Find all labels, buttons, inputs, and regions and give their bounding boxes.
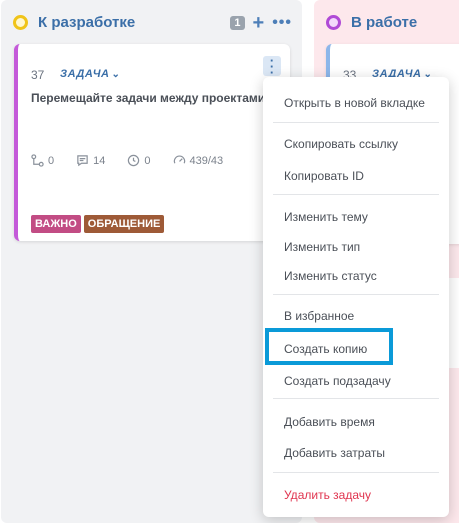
timers-count: 0: [144, 154, 151, 167]
task-count-badge: 1: [230, 16, 245, 30]
menu-divider: [273, 194, 439, 195]
subtasks-icon: [31, 154, 44, 167]
status-dot-icon: [326, 15, 341, 30]
task-type-label: ЗАДАЧА: [60, 68, 110, 80]
add-task-button[interactable]: +: [253, 13, 265, 33]
menu-divider: [273, 122, 439, 123]
menu-item-delete-task[interactable]: Удалить задачу: [284, 488, 371, 502]
menu-item-create-subtask[interactable]: Создать подзадачу: [284, 374, 391, 388]
menu-item-open-new-tab[interactable]: Открыть в новой вкладке: [284, 96, 425, 110]
status-dot-icon: [13, 15, 28, 30]
column-title: К разработке: [38, 14, 136, 31]
column-title: В работе: [351, 14, 418, 31]
time-stat: 439/43: [173, 154, 224, 167]
clock-icon: [128, 154, 140, 167]
highlight-box: [265, 328, 393, 365]
column-header: К разработке: [13, 14, 135, 31]
task-type-dropdown[interactable]: ЗАДАЧА ⌄: [60, 68, 120, 80]
subtasks-count: 0: [48, 154, 55, 167]
tag-important[interactable]: ВАЖНО: [31, 215, 81, 233]
tag-list: ВАЖНО ОБРАЩЕНИЕ: [31, 215, 165, 233]
menu-item-change-status[interactable]: Изменить статус: [284, 269, 377, 283]
timers-stat: 0: [127, 154, 151, 167]
task-card[interactable]: 37 ЗАДАЧА ⌄ · · · Перемещайте задачи между …: [14, 44, 290, 241]
task-number: 37: [31, 68, 45, 82]
tag-request[interactable]: ОБРАЩЕНИЕ: [83, 215, 165, 233]
chevron-down-icon: ⌄: [111, 69, 121, 80]
task-title[interactable]: Перемещайте задачи между проектами: [31, 91, 265, 105]
menu-item-add-time[interactable]: Добавить время: [284, 415, 375, 429]
subtasks-stat: 0: [31, 154, 54, 167]
comments-stat: 14: [76, 154, 105, 167]
task-context-menu: Открыть в новой вкладке Скопировать ссыл…: [263, 77, 449, 517]
menu-item-change-type[interactable]: Изменить тип: [284, 240, 360, 254]
column-header: В работе: [326, 14, 417, 31]
menu-item-change-subject[interactable]: Изменить тему: [284, 210, 368, 224]
comments-count: 14: [93, 154, 106, 167]
menu-item-copy-id[interactable]: Копировать ID: [284, 169, 364, 183]
menu-item-add-expenses[interactable]: Добавить затраты: [284, 446, 385, 460]
menu-divider: [273, 294, 439, 295]
time-value: 439/43: [189, 154, 224, 167]
card-more-button[interactable]: · · ·: [263, 54, 281, 79]
column-more-button[interactable]: •••: [272, 15, 292, 31]
column-actions: 1 + •••: [230, 13, 292, 33]
menu-item-add-favorite[interactable]: В избранное: [284, 309, 354, 323]
menu-divider: [273, 472, 439, 473]
task-stats: 0 14 0 439/43: [31, 154, 223, 167]
menu-item-copy-link[interactable]: Скопировать ссылку: [284, 137, 398, 151]
gauge-icon: [173, 155, 185, 164]
menu-divider: [273, 398, 439, 399]
comment-icon: [77, 155, 88, 167]
